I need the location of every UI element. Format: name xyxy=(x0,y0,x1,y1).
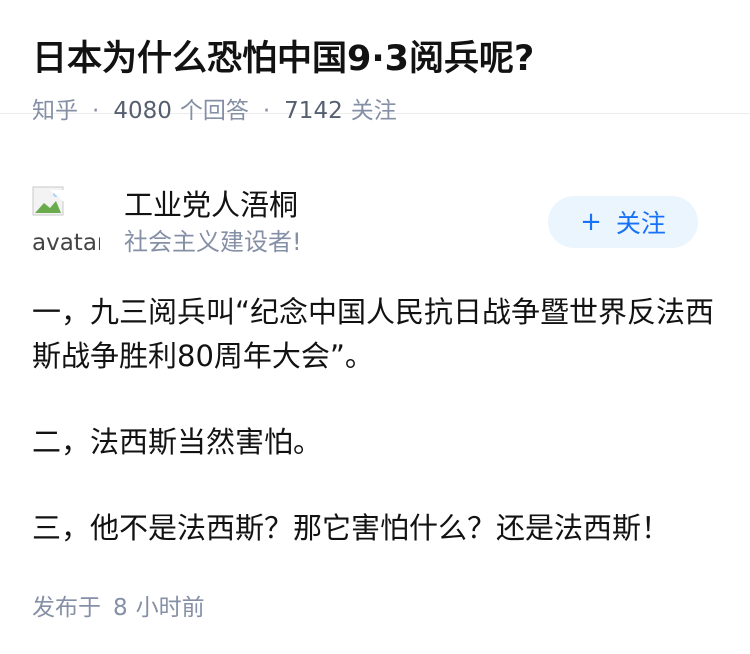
follow-count-label: 关注 xyxy=(350,98,397,124)
question-title[interactable]: 日本为什么恐怕中国9·3阅兵呢? xyxy=(32,36,718,82)
answer-count-label: 个回答 xyxy=(179,98,249,124)
avatar[interactable]: avatar xyxy=(32,186,100,254)
publish-time-number: 8 xyxy=(113,595,128,621)
author-name[interactable]: 工业党人浯桐 xyxy=(124,186,298,224)
plus-icon: + xyxy=(580,207,602,237)
source-label[interactable]: 知乎 xyxy=(32,96,78,126)
avatar-alt-text: avatar xyxy=(32,230,100,254)
author-bio: 社会主义建设者! xyxy=(124,228,302,256)
follow-button-label: 关注 xyxy=(615,209,666,238)
answer-count: 4080 xyxy=(113,98,172,124)
answer-content: 一，九三阅兵叫“纪念中国人民抗日战争暨世界反法西斯战争胜利80周年大会”。 二，… xyxy=(32,290,722,592)
publish-time[interactable]: 发布于 8 小时前 xyxy=(32,588,205,622)
question-meta: 知乎 · 4080 个回答 · 7142 关注 xyxy=(32,96,718,126)
follow-button[interactable]: + 关注 xyxy=(548,196,698,248)
broken-image-icon: avatar xyxy=(32,186,100,254)
answer-paragraph: 二，法西斯当然害怕。 xyxy=(32,425,323,459)
question-header: 日本为什么恐怕中国9·3阅兵呢? 知乎 · 4080 个回答 · 7142 关注 xyxy=(0,0,750,124)
answer-paragraph: 三，他不是法西斯？那它害怕什么？还是法西斯！ xyxy=(32,511,671,545)
publish-time-prefix: 发布于 xyxy=(32,595,101,621)
meta-separator: · xyxy=(92,98,100,124)
meta-separator: · xyxy=(262,98,271,124)
follow-count: 7142 xyxy=(284,98,343,124)
answer-paragraph: 一，九三阅兵叫“纪念中国人民抗日战争暨世界反法西斯战争胜利80周年大会”。 xyxy=(32,295,715,373)
publish-time-unit: 小时前 xyxy=(135,595,205,621)
